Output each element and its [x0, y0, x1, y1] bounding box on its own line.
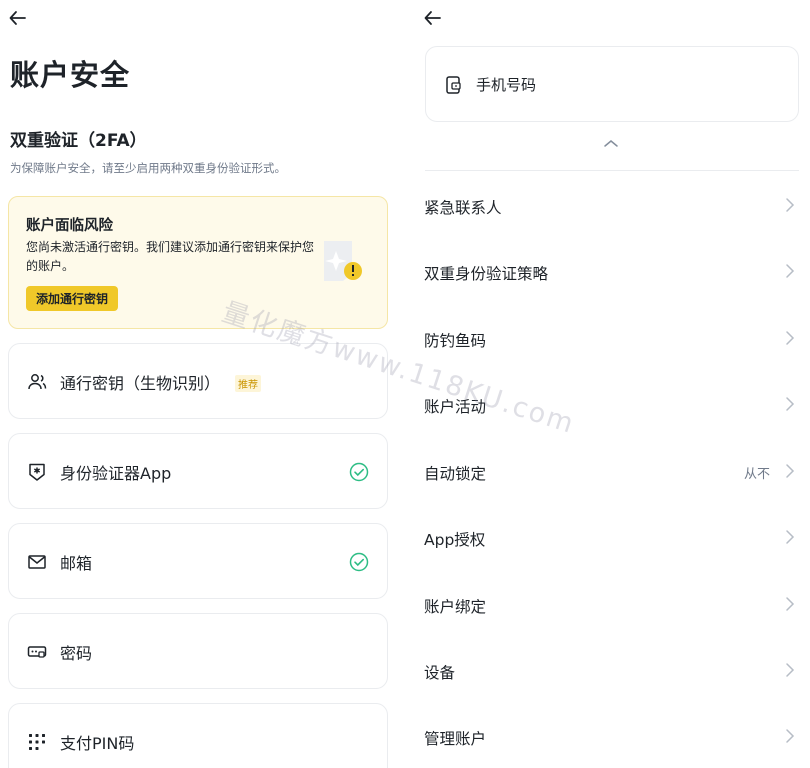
method-label: 通行密钥（生物识别）: [60, 374, 221, 393]
row-label: 账户活动: [424, 398, 487, 416]
mail-icon: [27, 552, 47, 572]
row-label: 自动锁定: [424, 465, 487, 483]
back-arrow-icon[interactable]: [8, 8, 32, 28]
enabled-check-icon: [349, 462, 369, 482]
passkey-warning-icon: [321, 237, 365, 285]
user-group-icon: [27, 372, 47, 392]
row-2fa-policy[interactable]: 双重身份验证策略: [405, 241, 810, 301]
row-app-authorization[interactable]: App授权: [405, 507, 810, 567]
method-label: 身份验证器App: [60, 464, 172, 483]
risk-title: 账户面临风险: [26, 218, 113, 234]
row-label: 紧急联系人: [424, 199, 502, 217]
chevron-right-icon: [784, 728, 796, 744]
account-security-pane: 账户安全 双重验证（2FA） 为保障账户安全，请至少启用两种双重身份验证形式。 …: [0, 0, 400, 768]
divider: [425, 170, 799, 171]
page-title: 账户安全: [10, 58, 131, 92]
row-auto-lock[interactable]: 自动锁定 从不: [405, 441, 810, 501]
method-card-email[interactable]: 邮箱: [8, 523, 388, 599]
chevron-right-icon: [784, 263, 796, 279]
chevron-up-icon[interactable]: [603, 134, 619, 147]
authenticator-shield-icon: [27, 462, 47, 482]
method-card-passkey[interactable]: 通行密钥（生物识别） 推荐: [8, 343, 388, 419]
chevron-right-icon: [784, 596, 796, 612]
account-risk-card: 账户面临风险 您尚未激活通行密钥。我们建议添加通行密钥来保护您的账户。 添加通行…: [8, 196, 388, 329]
chevron-right-icon: [784, 529, 796, 545]
security-settings-pane: 手机号码 紧急联系人 双重身份验证策略 防钓鱼码 账户活动 自动锁定 从不 Ap…: [405, 0, 810, 768]
chevron-right-icon: [784, 197, 796, 213]
method-label: 支付PIN码: [60, 734, 135, 753]
phone-number-label: 手机号码: [476, 76, 537, 94]
phone-icon: [444, 75, 464, 95]
method-card-pin[interactable]: 支付PIN码: [8, 703, 388, 768]
add-passkey-button[interactable]: 添加通行密钥: [26, 286, 119, 311]
twofa-section-title: 双重验证（2FA）: [10, 131, 147, 151]
chevron-right-icon: [784, 463, 796, 479]
password-icon: [27, 642, 47, 662]
row-label: 账户绑定: [424, 598, 487, 616]
row-emergency-contact[interactable]: 紧急联系人: [405, 175, 810, 235]
enabled-check-icon: [349, 552, 369, 572]
chevron-right-icon: [784, 396, 796, 412]
row-label: 设备: [424, 664, 456, 682]
back-arrow-icon[interactable]: [423, 8, 447, 28]
recommended-badge: 推荐: [235, 375, 261, 392]
method-card-password[interactable]: 密码: [8, 613, 388, 689]
row-devices[interactable]: 设备: [405, 640, 810, 700]
row-label: App授权: [424, 531, 486, 549]
method-label: 邮箱: [60, 554, 93, 573]
method-label: 密码: [60, 644, 93, 663]
phone-number-card[interactable]: 手机号码: [425, 46, 799, 122]
row-anti-phishing-code[interactable]: 防钓鱼码: [405, 308, 810, 368]
method-card-authenticator[interactable]: 身份验证器App: [8, 433, 388, 509]
chevron-right-icon: [784, 662, 796, 678]
row-manage-account[interactable]: 管理账户: [405, 706, 810, 766]
row-label: 管理账户: [424, 730, 487, 748]
row-label: 防钓鱼码: [424, 332, 487, 350]
row-account-activity[interactable]: 账户活动: [405, 374, 810, 434]
chevron-right-icon: [784, 330, 796, 346]
auto-lock-value: 从不: [743, 467, 770, 482]
row-account-binding[interactable]: 账户绑定: [405, 574, 810, 634]
risk-desc: 您尚未激活通行密钥。我们建议添加通行密钥来保护您的账户。: [26, 240, 315, 273]
row-label: 双重身份验证策略: [424, 265, 549, 283]
pin-keypad-icon: [27, 732, 47, 752]
twofa-section-desc: 为保障账户安全，请至少启用两种双重身份验证形式。: [10, 161, 286, 175]
